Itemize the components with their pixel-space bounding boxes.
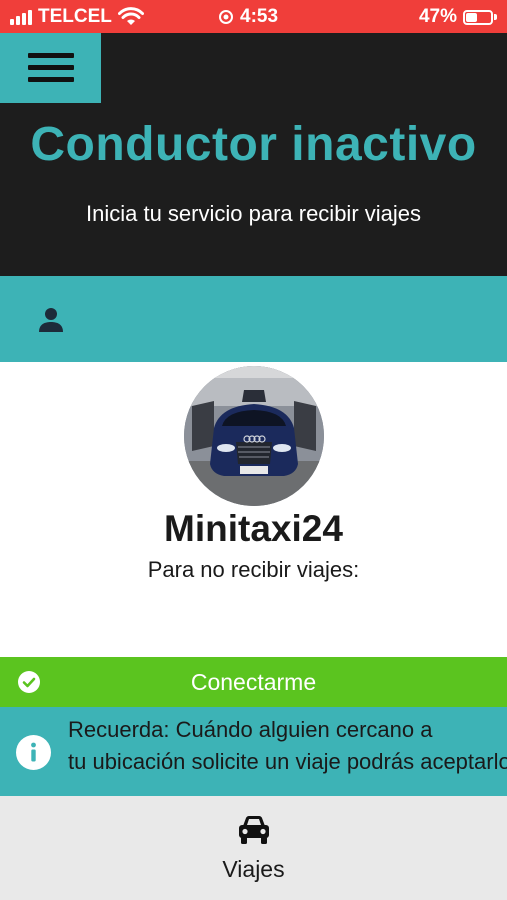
profile-bar	[0, 276, 507, 362]
status-bar: TELCEL 4:53 47%	[0, 0, 507, 33]
menu-button[interactable]	[0, 33, 101, 103]
wifi-icon	[117, 7, 144, 25]
nav-viajes[interactable]: Viajes	[0, 796, 507, 900]
battery-level-fill	[466, 12, 477, 22]
page-subtitle: Inicia tu servicio para recibir viajes	[85, 201, 422, 226]
battery-tip	[494, 14, 497, 20]
info-text: Recuerda: Cuándo alguien cercano a tu ub…	[68, 717, 507, 774]
hint-text: Para no recibir viajes:	[147, 557, 360, 582]
status-center: 4:53	[218, 6, 278, 28]
clock-time: 4:53	[240, 6, 279, 27]
battery-icon	[463, 9, 493, 25]
nav-label-viajes: Viajes	[222, 856, 285, 882]
user-icon[interactable]	[37, 306, 65, 334]
battery-percent: 47%	[418, 6, 457, 27]
carrier-label: TELCEL	[38, 6, 112, 27]
car-photo	[184, 366, 324, 506]
connect-button[interactable]: Conectarme	[0, 657, 507, 707]
car-icon	[239, 816, 269, 844]
status-right: 47%	[419, 6, 497, 28]
page-title: Conductor inactivo	[30, 118, 477, 171]
header: Conductor inactivo Inicia tu servicio pa…	[0, 33, 507, 276]
driver-name: Minitaxi24	[164, 508, 343, 549]
connect-label: Conectarme	[190, 669, 317, 695]
alarm-icon	[219, 10, 233, 24]
avatar	[184, 366, 324, 506]
status-left: TELCEL	[10, 6, 144, 28]
signal-icon	[10, 9, 32, 25]
info-icon	[16, 735, 51, 770]
info-banner: Recuerda: Cuándo alguien cercano a tu ub…	[0, 707, 507, 796]
